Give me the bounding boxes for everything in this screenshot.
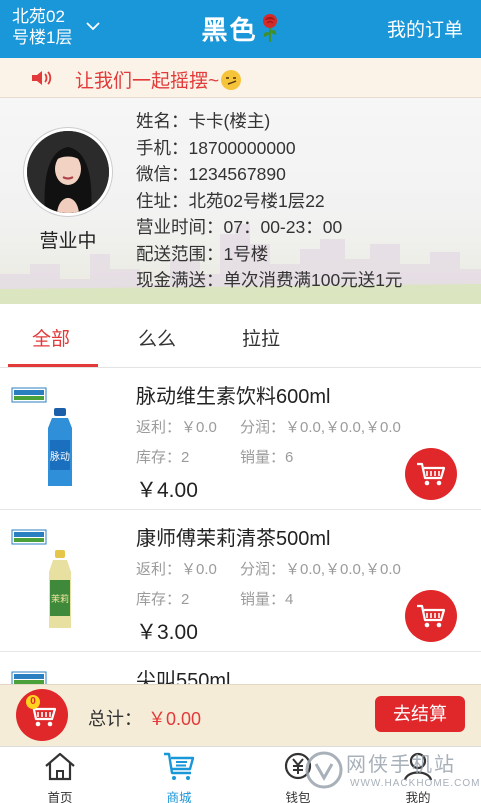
top-bar: 北苑02 号楼1层 黑色 我的订单 xyxy=(0,0,481,58)
nav-shop-label: 商城 xyxy=(166,791,192,803)
active-tab-indicator xyxy=(8,364,98,367)
watermark-url: WWW.HACKHOME.COM xyxy=(350,778,481,789)
site-watermark: 网侠手机站 WWW.HACKHOME.COM xyxy=(300,742,480,800)
tab-lala[interactable]: 拉拉 xyxy=(242,324,280,351)
cart-summary-bar: 0 总计： ￥0.00 去结算 xyxy=(0,684,481,746)
product-name: 脉动维生素饮料600ml xyxy=(136,386,331,408)
nav-home[interactable]: 首页 xyxy=(25,751,95,803)
shop-address: 住址：北苑02号楼1层22 xyxy=(136,190,325,211)
product-stats: 库存：2 销量：6 xyxy=(136,446,293,467)
shop-title-text: 黑色 xyxy=(201,15,258,45)
product-price: ￥4.00 xyxy=(136,479,198,502)
tab-meme[interactable]: 么么 xyxy=(138,324,176,351)
svg-text:脉动: 脉动 xyxy=(50,450,70,463)
cash-promotion: 现金满送：单次消费满100元送1元 xyxy=(136,270,403,290)
product-image: 脉动 xyxy=(11,387,72,486)
svg-text:茉莉: 茉莉 xyxy=(51,593,69,605)
product-sales: 销量：6 xyxy=(240,449,294,466)
add-to-cart-button[interactable] xyxy=(405,590,457,642)
shop-info-card: 营业中 姓名：卡卡(楼主) 手机：18700000000 微信：12345678… xyxy=(0,98,481,304)
delivery-range: 配送范围：1号楼 xyxy=(136,243,269,264)
product-share: 分润：￥0.0,￥0.0,￥0.0 xyxy=(240,419,401,436)
nav-shop[interactable]: 商城 xyxy=(144,751,214,803)
business-hours: 营业时间：07：00-23：00 xyxy=(136,217,343,237)
product-earnings: 返利：￥0.0 分润：￥0.0,￥0.0,￥0.0 xyxy=(136,558,401,579)
rose-icon xyxy=(262,14,277,42)
product-image: 茉莉 xyxy=(11,529,71,628)
cart-icon xyxy=(417,462,446,486)
product-rebate: 返利：￥0.0 xyxy=(136,561,217,578)
checkout-button[interactable]: 去结算 xyxy=(375,696,465,732)
watermark-text: 网侠手机站 xyxy=(346,754,456,776)
add-to-cart-button[interactable] xyxy=(405,448,457,500)
product-item[interactable]: 尖叫550ml xyxy=(0,652,481,684)
owner-phone: 手机：18700000000 xyxy=(136,137,296,158)
home-icon xyxy=(45,752,75,781)
product-sales: 销量：4 xyxy=(240,591,294,608)
watermark-logo-icon xyxy=(305,751,343,789)
product-rebate: 返利：￥0.0 xyxy=(136,419,217,436)
product-name: 尖叫550ml xyxy=(136,670,231,684)
product-stock: 库存：2 xyxy=(136,449,190,466)
category-tabs: 全部 么么 拉拉 xyxy=(0,304,481,368)
smirk-emoji-icon xyxy=(221,70,242,90)
speaker-icon xyxy=(30,69,54,92)
shop-status: 营业中 xyxy=(39,231,97,252)
cart-icon xyxy=(417,604,446,628)
owner-wechat: 微信：1234567890 xyxy=(136,164,286,184)
product-stats: 库存：2 销量：4 xyxy=(136,588,293,609)
product-item[interactable]: 脉动 脉动维生素饮料600ml 返利：￥0.0 分润：￥0.0,￥0.0,￥0.… xyxy=(0,368,481,510)
owner-avatar xyxy=(24,128,112,216)
my-orders-link[interactable]: 我的订单 xyxy=(387,15,463,42)
cart-button[interactable] xyxy=(16,689,68,741)
owner-name: 姓名：卡卡(楼主) xyxy=(136,111,271,131)
product-earnings: 返利：￥0.0 分润：￥0.0,￥0.0,￥0.0 xyxy=(136,416,401,437)
shop-details: 姓名：卡卡(楼主) 手机：18700000000 微信：1234567890 住… xyxy=(136,108,402,294)
total-label: 总计： xyxy=(88,709,142,729)
product-item[interactable]: 茉莉 康师傅茉莉清茶500ml 返利：￥0.0 分润：￥0.0,￥0.0,￥0.… xyxy=(0,510,481,652)
cart-count-badge: 0 xyxy=(26,695,40,709)
tab-all[interactable]: 全部 xyxy=(32,324,70,351)
product-name: 康师傅茉莉清茶500ml xyxy=(136,528,331,550)
announcement-text-row: 让我们一起摇摆~ xyxy=(75,66,242,93)
product-stock: 库存：2 xyxy=(136,591,190,608)
total-amount: ￥0.00 xyxy=(148,709,202,729)
shop-icon xyxy=(164,752,195,780)
product-image xyxy=(11,671,47,684)
product-list[interactable]: 脉动 脉动维生素饮料600ml 返利：￥0.0 分润：￥0.0,￥0.0,￥0.… xyxy=(0,368,481,684)
announcement-bar: 让我们一起摇摆~ xyxy=(0,58,481,98)
nav-home-label: 首页 xyxy=(47,791,73,803)
product-price: ￥3.00 xyxy=(136,621,198,644)
product-share: 分润：￥0.0,￥0.0,￥0.0 xyxy=(240,561,401,578)
announcement-text: 让我们一起摇摆~ xyxy=(75,71,220,92)
